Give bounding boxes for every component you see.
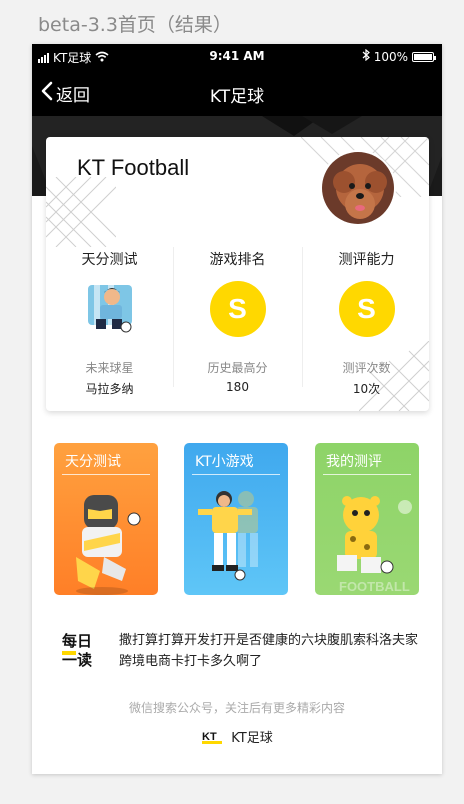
stat-title: 测评能力 [338, 252, 395, 268]
stat-assessment[interactable]: 测评能力 S 测评次数 10次 [303, 245, 429, 396]
svg-text:每日: 每日 [62, 632, 92, 650]
bluetooth-icon [362, 48, 370, 64]
daily-read-text[interactable]: 撒打算打算开发打开是否健康的六块腹肌索科洛夫家跨境电商卡打卡多久啊了 [119, 630, 419, 672]
avatar[interactable] [320, 150, 396, 226]
stat-title: 游戏排名 [209, 252, 266, 268]
rank-badge: S [338, 281, 395, 337]
battery-icon [412, 51, 436, 62]
stat-label: 测评次数 [342, 361, 391, 375]
phone-screen: KT足球 9:41 AM 100% 返回 KT足球 KT Football 天分… [32, 44, 442, 774]
mode-divider [323, 474, 411, 475]
page-title: KT足球 [209, 87, 265, 107]
mode-title: 天分测试 [65, 454, 121, 470]
mode-divider [62, 474, 150, 475]
stat-label: 历史最高分 [207, 361, 268, 375]
stat-value: 10次 [352, 382, 381, 396]
status-bar: KT足球 9:41 AM 100% [32, 44, 442, 70]
stat-value: 180 [226, 380, 249, 394]
battery-percent: 100% [373, 49, 408, 64]
mode-card-talent-test[interactable]: 天分测试 [54, 443, 158, 595]
stat-game-rank[interactable]: 游戏排名 S 历史最高分 180 [174, 245, 301, 395]
stat-value: 马拉多纳 [85, 382, 134, 396]
player-illustration [82, 281, 138, 337]
mode-divider [192, 474, 280, 475]
hatch-pattern-left [46, 177, 116, 247]
brand-name: KT足球 [231, 731, 273, 746]
svg-text:FOOTBALL: FOOTBALL [339, 579, 410, 594]
subscribe-hint: 微信搜索公众号，关注后有更多精彩内容 [128, 701, 345, 715]
stat-title: 天分测试 [81, 252, 138, 268]
mode-card-kt-game[interactable]: KT小游戏 [184, 443, 288, 595]
nav-bar: 返回 KT足球 [32, 70, 442, 116]
daily-read-icon: 每日 一读 [62, 630, 98, 670]
mode-card-my-assessment[interactable]: 我的测评 FOOTBALL [315, 443, 419, 595]
stat-label: 未来球星 [85, 361, 134, 375]
rank-badge: S [209, 281, 266, 337]
stat-talent[interactable]: 天分测试 未来球星 马拉多纳 [46, 245, 173, 396]
kt-logo-icon: KT [201, 728, 224, 745]
mascot-illustration: FOOTBALL [337, 496, 412, 594]
artboard-title: beta-3.3首页（结果） [38, 14, 232, 36]
brand-footer: KT KT足球 [32, 727, 442, 746]
mode-title: 我的测评 [326, 454, 382, 470]
profile-card: KT Football 天分测试 未来球星 马拉多纳 游戏排名 S 历史最高分 … [46, 137, 429, 411]
player-illustration [198, 491, 258, 581]
mode-title: KT小游戏 [195, 454, 254, 470]
player-illustration [76, 495, 141, 595]
profile-title: KT Football [77, 155, 190, 180]
